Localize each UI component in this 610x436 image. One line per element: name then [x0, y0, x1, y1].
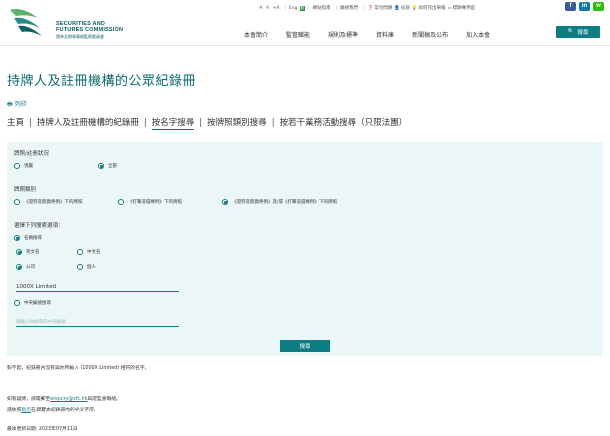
- enquiry-line: 如有疑問，請電郵至enquiry@sfc.hk與證監會聯絡。: [7, 397, 121, 402]
- enquiry-email-link[interactable]: enquiry@sfc.hk: [50, 397, 87, 402]
- name-chinese-option[interactable]: 中文名: [77, 249, 101, 255]
- license-option-sfo[interactable]: 《證券及期貨條例》下的牌照: [14, 199, 83, 205]
- report-link[interactable]: 如何作出舉報: [418, 5, 445, 11]
- nav-rules[interactable]: 規則及標準: [328, 30, 358, 39]
- new-tag: 新: [299, 5, 306, 11]
- radio-entity-company[interactable]: [16, 264, 22, 270]
- tab-home[interactable]: 主頁: [7, 118, 24, 128]
- contact-link[interactable]: 聯絡我們: [340, 5, 358, 11]
- guide-link[interactable]: 指示: [21, 408, 31, 413]
- question-icon: ❓: [367, 5, 374, 11]
- nav-regulatory[interactable]: 監管職能: [286, 30, 310, 39]
- print-button[interactable]: 🖶 列印: [7, 99, 27, 110]
- radio-ce-search[interactable]: [14, 300, 20, 306]
- status-label: 牌照/註冊狀況: [14, 151, 49, 157]
- printer-icon: 🖶: [7, 101, 13, 108]
- logo-name-en-2: FUTURES COMMISSION: [56, 27, 124, 33]
- no-result-message: 對不起，紀錄冊內沒有與你所輸入 (1000X Limited) 相符的名字。: [7, 366, 150, 371]
- page-title: 持牌人及註冊機構的公眾紀錄冊: [7, 74, 197, 89]
- radio-license-sfo[interactable]: [14, 199, 20, 205]
- special-area-link[interactable]: 標題專用區: [453, 5, 476, 11]
- license-label: 牌照類別: [14, 187, 37, 193]
- font-normal-button[interactable]: A: [266, 6, 269, 11]
- name-english-option[interactable]: 英文名: [16, 249, 40, 255]
- font-size-controls: -A A +A: [258, 6, 281, 11]
- faq-link[interactable]: 常見問題: [374, 5, 392, 11]
- radio-name-chinese[interactable]: [77, 249, 83, 255]
- breadcrumb-tabs: 主頁 | 持牌人及註冊機構的紀錄冊 | 按名字搜尋 | 按牌照類別搜尋 | 按若干業務活動搜尋（…: [7, 118, 408, 130]
- utility-bar: -A A +A | Eng 新 | 網站指南 | 聯絡我們 | ❓ 常見問題 👤 …: [258, 5, 476, 11]
- status-option-current[interactable]: 現屬: [14, 163, 33, 169]
- chinese-char-guide-line: 請依照指示在閱覽本紀錄冊內的中文字符。: [7, 408, 99, 413]
- site-header: SECURITIES AND FUTURES COMMISSION 證券及期貨事…: [0, 0, 610, 46]
- sitemap-link[interactable]: 網站指南: [313, 5, 331, 11]
- nav-news[interactable]: 新聞稿及公布: [412, 30, 448, 39]
- monitor-icon: ▭: [447, 5, 452, 11]
- entity-individual-option[interactable]: 個人: [77, 264, 96, 270]
- radio-license-amlo[interactable]: [118, 199, 124, 205]
- sfc-logo[interactable]: SECURITIES AND FUTURES COMMISSION 證券及期貨事…: [8, 4, 148, 40]
- tab-register[interactable]: 持牌人及註冊機構的紀錄冊: [37, 118, 139, 128]
- search-icon: 🔍: [567, 29, 575, 35]
- tab-search-by-business[interactable]: 按若干業務活動搜尋（只限法團）: [280, 118, 408, 128]
- nav-careers[interactable]: 加入本會: [466, 30, 490, 39]
- license-option-both[interactable]: 《證券及期貨條例》及/或《打擊洗錢條例》下的牌照: [222, 199, 337, 205]
- status-option-all[interactable]: 全部: [98, 163, 117, 169]
- radio-license-both[interactable]: [222, 199, 228, 205]
- site-search-button[interactable]: 🔍 搜尋: [556, 26, 600, 38]
- entity-company-option[interactable]: 公司: [16, 264, 35, 270]
- facebook-icon[interactable]: f: [565, 2, 576, 11]
- nav-database[interactable]: 資料庫: [376, 30, 394, 39]
- sfc-emblem-icon: [10, 9, 42, 36]
- radio-entity-individual[interactable]: [77, 264, 83, 270]
- logo-name-zh: 證券及期貨事務監察委員會: [56, 34, 104, 39]
- linkedin-icon[interactable]: in: [579, 2, 590, 11]
- search-by-name-option[interactable]: 名稱搜尋: [14, 235, 42, 241]
- bulb-icon: 💡: [411, 5, 418, 11]
- user-icon: 👤: [394, 5, 400, 11]
- site-search-label: 搜尋: [577, 30, 589, 36]
- print-label: 列印: [14, 101, 27, 108]
- font-larger-button[interactable]: +A: [273, 6, 280, 11]
- main-nav: 本會簡介 監管職能 規則及標準 資料庫 新聞稿及公布 加入本會: [244, 30, 508, 39]
- name-input[interactable]: 1000X Limited: [16, 284, 179, 292]
- radio-status-all[interactable]: [98, 163, 104, 169]
- tab-search-by-name[interactable]: 按名字搜尋: [151, 118, 195, 130]
- complaint-link[interactable]: 投訴: [401, 5, 410, 11]
- nav-about[interactable]: 本會簡介: [244, 30, 268, 39]
- last-updated: 最後更新日期: 2023年07月11日: [7, 427, 78, 432]
- social-links: f in w: [565, 2, 604, 11]
- language-switch[interactable]: Eng 新: [289, 5, 306, 11]
- radio-search-by-name[interactable]: [14, 235, 20, 241]
- license-option-amlo[interactable]: 《打擊洗錢條例》下的牌照: [118, 199, 182, 205]
- wechat-icon[interactable]: w: [593, 2, 604, 11]
- font-smaller-button[interactable]: -A: [258, 6, 263, 11]
- ce-number-input[interactable]: 請輸入你搜尋的中央編號: [16, 319, 179, 327]
- radio-name-english[interactable]: [16, 249, 22, 255]
- criteria-label: 選擇下列搜索選項：: [14, 223, 64, 229]
- tab-search-by-license[interactable]: 按牌照類別搜尋: [207, 118, 267, 128]
- ce-search-option[interactable]: 中央編號搜尋: [14, 300, 51, 306]
- submit-search-button[interactable]: 搜尋: [280, 340, 330, 352]
- radio-status-current[interactable]: [14, 163, 20, 169]
